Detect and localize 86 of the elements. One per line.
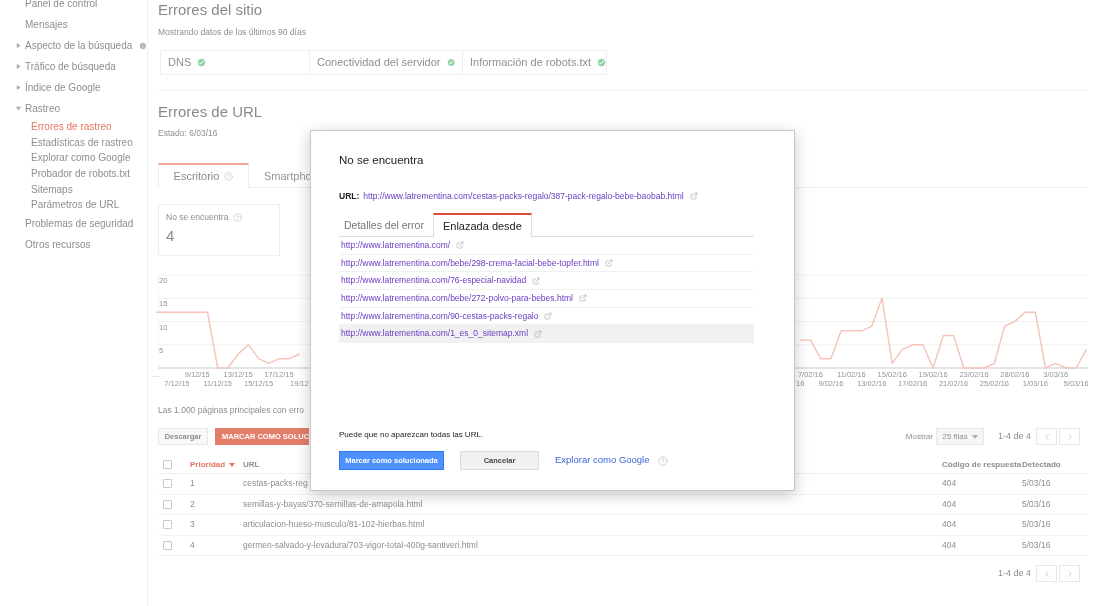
error-count-card[interactable]: No se encuentra 4 bbox=[158, 204, 280, 256]
external-link-icon[interactable] bbox=[532, 276, 541, 285]
nav-link[interactable]: Problemas de seguridad bbox=[25, 215, 134, 231]
table-cell: 4 bbox=[190, 538, 195, 552]
table-cell: 2 bbox=[190, 497, 195, 511]
page-range: 1-4 de 4 bbox=[997, 429, 1031, 443]
nav-link[interactable]: Otros recursos bbox=[25, 236, 91, 252]
table-cell: 5/03/16 bbox=[1022, 497, 1051, 511]
page-link[interactable]: http://www.latrementina.com/90-cestas-packs-regalo bbox=[341, 309, 539, 323]
nav-group-link[interactable]: Índice de Google bbox=[25, 80, 101, 95]
column-header[interactable]: URL bbox=[243, 458, 260, 471]
rows-per-page-select[interactable]: 25 filas bbox=[935, 428, 984, 445]
table-cell: cestas-packs-reg bbox=[243, 477, 308, 491]
card-label: No se encuentra bbox=[166, 212, 229, 223]
linked-page-row[interactable]: http://www.latrementina.com/1_es_0_sitemap.xml bbox=[339, 325, 754, 344]
external-link-icon[interactable] bbox=[544, 312, 553, 321]
nav-sub-link[interactable]: Explorar como Google bbox=[31, 150, 131, 166]
table-cell: semillas-y-bayas/370-semillas-de-amapola.html bbox=[243, 497, 423, 511]
next-page-button[interactable] bbox=[1059, 565, 1080, 582]
dialog-title: No se encuentra bbox=[339, 153, 424, 167]
help-icon[interactable] bbox=[233, 213, 243, 222]
checkbox[interactable] bbox=[163, 520, 172, 530]
checkbox[interactable] bbox=[163, 460, 172, 469]
previous-page-button[interactable] bbox=[1036, 428, 1057, 445]
nav-sub-link[interactable]: Probador de robots.txt bbox=[31, 166, 130, 182]
help-icon[interactable] bbox=[224, 172, 234, 181]
status-label: Conectividad del servidor bbox=[317, 55, 441, 71]
fetch-as-google-link[interactable]: Explorar como Google bbox=[555, 453, 650, 468]
nav-sub-link[interactable]: Sitemaps bbox=[31, 181, 73, 197]
table-caption: Las 1.000 páginas principales con erro bbox=[158, 404, 304, 416]
section-title: Errores de URL bbox=[158, 103, 263, 121]
table-cell: 3 bbox=[190, 518, 195, 532]
table-cell: germen-salvado-y-levadura/703-vigor-total-400g-santiveri.html bbox=[243, 538, 478, 552]
nav-sub-link[interactable]: Estadísticas de rastreo bbox=[31, 134, 133, 150]
section-title: Errores del sitio bbox=[158, 1, 263, 19]
external-link-icon[interactable] bbox=[579, 294, 587, 303]
external-link-icon[interactable] bbox=[689, 192, 698, 200]
column-header[interactable]: Código de respuesta bbox=[942, 458, 1022, 471]
section-subtitle: Mostrando datos de los últimos 90 días bbox=[158, 26, 306, 38]
table-cell: 404 bbox=[942, 497, 957, 511]
page-link[interactable]: http://www.latrementina.com/76-especial-navidad bbox=[341, 274, 527, 288]
page-link[interactable]: http://www.latrementina.com/bebe/298-crema-facial-bebe-topfer.html bbox=[341, 256, 599, 270]
url-label: URL: bbox=[339, 189, 360, 203]
table-cell: 1 bbox=[190, 477, 195, 491]
table-cell: 404 bbox=[942, 538, 957, 552]
external-link-icon[interactable] bbox=[456, 241, 465, 250]
status-date: Estado: 6/03/16 bbox=[158, 127, 218, 139]
dialog-note: Puede que no aparezcan todas las URL. bbox=[339, 430, 484, 440]
nav-group-link[interactable]: Rastreo bbox=[25, 101, 60, 116]
nav-group-link[interactable]: Aspecto de la búsqueda bbox=[25, 38, 133, 53]
nav-link[interactable]: Panel de control bbox=[25, 0, 98, 11]
table-cell: 404 bbox=[942, 477, 957, 491]
tab[interactable]: Smartpho bbox=[249, 163, 327, 187]
checkbox[interactable] bbox=[163, 540, 172, 550]
nav-sub-link[interactable]: Parámetros de URL bbox=[31, 197, 120, 213]
nav-group-link[interactable]: Tráfico de búsqueda bbox=[25, 59, 116, 74]
column-header[interactable]: Detectado bbox=[1022, 458, 1061, 471]
column-header[interactable]: Prioridad bbox=[190, 458, 226, 471]
checkbox[interactable] bbox=[163, 499, 172, 509]
tab[interactable]: Detalles del error bbox=[339, 214, 433, 236]
card-count: 4 bbox=[166, 227, 175, 245]
status-label: DNS bbox=[168, 55, 192, 71]
page-link[interactable]: http://www.latrementina.com/1_es_0_sitemap.xml bbox=[341, 327, 529, 341]
next-page-button[interactable] bbox=[1059, 428, 1080, 445]
nav-sub-link[interactable]: Errores de rastreo bbox=[31, 119, 112, 135]
tab[interactable]: Enlazada desde bbox=[432, 213, 532, 237]
table-cell: 5/03/16 bbox=[1022, 518, 1051, 532]
table-cell: articulacion-hueso-musculo/81-102-hierbas.html bbox=[243, 518, 425, 532]
table-cell: 5/03/16 bbox=[1022, 538, 1051, 552]
url-link[interactable]: http://www.latrementina.com/cestas-packs-regalo/387-pack-regalo-bebe-baobab.html bbox=[363, 189, 684, 203]
sort-caret-icon bbox=[229, 462, 236, 467]
help-icon[interactable] bbox=[657, 455, 668, 466]
page-range: 1-4 de 4 bbox=[997, 566, 1031, 580]
table-cell: 5/03/16 bbox=[1022, 477, 1051, 491]
external-link-icon[interactable] bbox=[604, 259, 613, 268]
caret-down-icon bbox=[971, 434, 978, 439]
page-link[interactable]: http://www.latrementina.com/ bbox=[341, 238, 451, 252]
page-link[interactable]: http://www.latrementina.com/bebe/272-polvo-para-bebes.html bbox=[341, 292, 573, 305]
previous-page-button[interactable] bbox=[1036, 565, 1057, 582]
checkbox[interactable] bbox=[163, 479, 172, 489]
tab[interactable]: Escritorio bbox=[158, 163, 249, 188]
table-cell: 404 bbox=[942, 518, 957, 532]
external-link-icon[interactable] bbox=[534, 329, 543, 338]
status-label: Información de robots.txt bbox=[470, 55, 592, 71]
nav-link[interactable]: Mensajes bbox=[25, 17, 68, 32]
show-label: Mostrar bbox=[905, 430, 933, 443]
